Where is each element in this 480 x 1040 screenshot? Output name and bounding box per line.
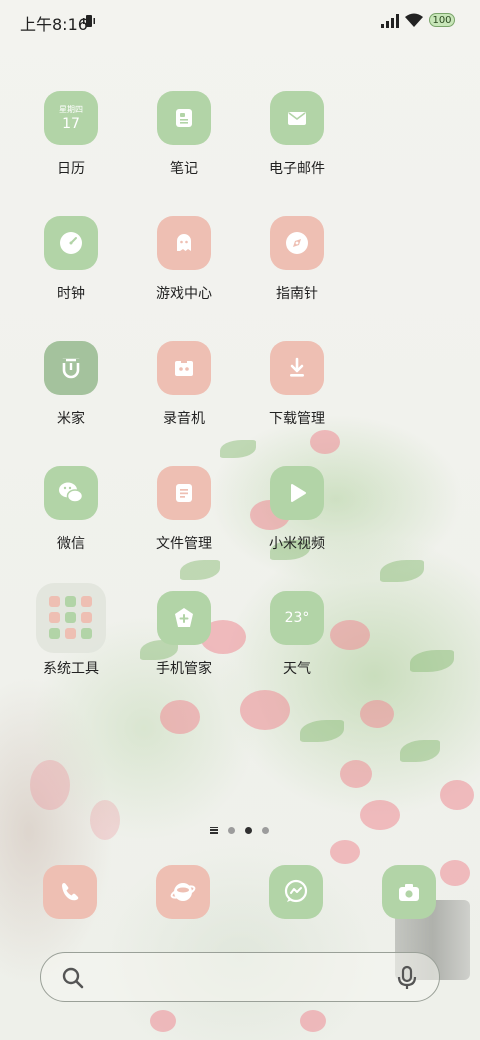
clock-icon	[44, 216, 98, 270]
app-game-center[interactable]: 游戏中心	[129, 216, 239, 303]
app-label: 日历	[57, 161, 85, 177]
ghost-icon	[157, 216, 211, 270]
battery-indicator: 100	[429, 13, 455, 27]
app-compass[interactable]: 指南针	[242, 216, 352, 303]
page-dot-active	[245, 826, 252, 834]
app-label: 时钟	[57, 286, 85, 302]
wechat-icon	[44, 466, 98, 520]
app-label: 指南针	[276, 286, 318, 302]
page-indicator[interactable]	[210, 824, 269, 836]
app-mi-video[interactable]: 小米视频	[242, 466, 352, 553]
search-icon	[62, 967, 84, 989]
calendar-weekday: 星期四	[59, 105, 83, 114]
calendar-icon: 星期四 17	[44, 91, 98, 145]
shield-icon	[157, 591, 211, 645]
phone-icon[interactable]	[43, 865, 97, 919]
page-dot	[262, 826, 269, 834]
mijia-icon	[44, 341, 98, 395]
vibrate-icon	[83, 15, 95, 27]
app-label: 微信	[57, 536, 85, 552]
app-recorder[interactable]: 录音机	[129, 341, 239, 428]
app-calendar[interactable]: 星期四 17 日历	[16, 91, 126, 178]
app-notes[interactable]: 笔记	[129, 91, 239, 178]
signal-icon	[381, 14, 399, 28]
app-label: 游戏中心	[156, 286, 212, 302]
app-label: 笔记	[170, 161, 198, 177]
app-label: 电子邮件	[269, 161, 325, 177]
page-dot	[228, 826, 235, 834]
status-time: 上午8:16	[20, 15, 88, 34]
file-icon	[157, 466, 211, 520]
weather-temperature: 23°	[284, 610, 310, 626]
folder-icon	[36, 583, 106, 653]
browser-icon[interactable]	[156, 865, 210, 919]
microphone-icon[interactable]	[395, 965, 419, 991]
app-label: 文件管理	[156, 536, 212, 552]
download-icon	[270, 341, 324, 395]
app-label: 米家	[57, 411, 85, 427]
camera-icon[interactable]	[382, 865, 436, 919]
app-label: 手机管家	[156, 661, 212, 677]
app-security[interactable]: 手机管家	[129, 591, 239, 678]
app-label: 录音机	[163, 411, 205, 427]
app-label: 小米视频	[269, 536, 325, 552]
search-bar[interactable]	[40, 952, 440, 1002]
app-email[interactable]: 电子邮件	[242, 91, 352, 178]
wifi-icon	[405, 13, 423, 27]
app-mijia[interactable]: 米家	[16, 341, 126, 428]
play-icon	[270, 466, 324, 520]
app-clock[interactable]: 时钟	[16, 216, 126, 303]
status-bar: 上午8:16 100	[0, 0, 480, 40]
app-wechat[interactable]: 微信	[16, 466, 126, 553]
calendar-day: 17	[62, 116, 80, 132]
app-weather[interactable]: 23° 天气	[242, 591, 352, 678]
app-file-manager[interactable]: 文件管理	[129, 466, 239, 553]
app-downloads[interactable]: 下载管理	[242, 341, 352, 428]
notes-icon	[157, 91, 211, 145]
messages-icon[interactable]	[269, 865, 323, 919]
home-page-handle-icon	[210, 826, 218, 834]
app-label: 系统工具	[43, 661, 99, 677]
recorder-icon	[157, 341, 211, 395]
compass-icon	[270, 216, 324, 270]
app-label: 天气	[283, 661, 311, 677]
weather-icon: 23°	[270, 591, 324, 645]
app-label: 下载管理	[269, 411, 325, 427]
app-folder-system-tools[interactable]: 系统工具	[16, 583, 126, 678]
mail-icon	[270, 91, 324, 145]
